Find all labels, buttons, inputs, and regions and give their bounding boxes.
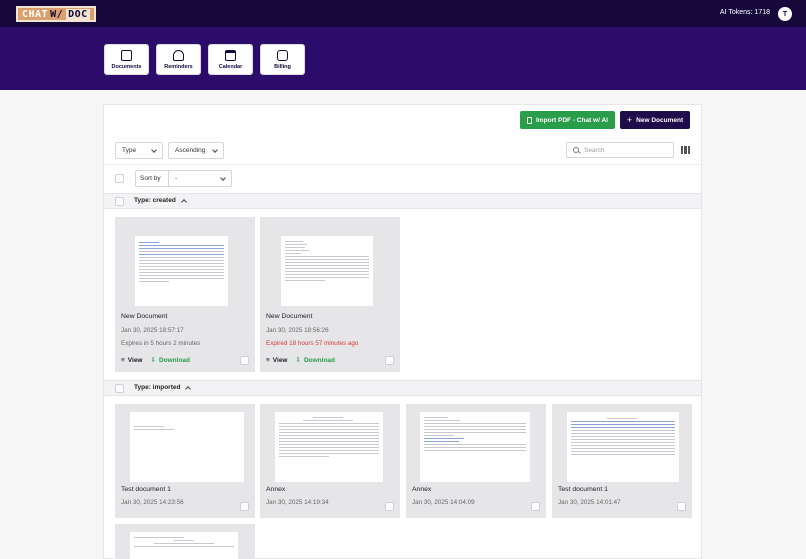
group-header-imported[interactable]	[104, 380, 701, 396]
document-title: Annex	[266, 486, 286, 493]
new-document-label: New Document	[636, 116, 684, 124]
logo-text-chat: CHAT	[22, 8, 49, 20]
card-checkbox[interactable]	[240, 502, 249, 511]
pdf-icon	[527, 116, 532, 124]
menu-lines-icon: ≡	[266, 356, 270, 364]
reminders-icon	[173, 49, 184, 61]
card-checkbox[interactable]	[385, 356, 394, 365]
document-thumbnail[interactable]	[275, 412, 383, 482]
sort-by-value: -	[175, 175, 178, 182]
document-thumbnail[interactable]	[567, 412, 679, 482]
type-filter-value: Type	[122, 147, 137, 154]
logo-text-doc: DOC	[66, 8, 90, 20]
nav-billing-label: Billing	[274, 63, 291, 70]
user-avatar[interactable]: T	[778, 7, 792, 21]
group-created-toggle[interactable]: Type: created	[134, 197, 187, 205]
group-created-label: Type: created	[134, 197, 176, 204]
search-icon	[573, 147, 579, 153]
card-checkbox[interactable]	[240, 356, 249, 365]
download-icon: ⇩	[295, 357, 301, 364]
group-created-checkbox[interactable]	[115, 197, 124, 206]
documents-icon	[121, 49, 132, 61]
view-button[interactable]: ≡ View	[266, 356, 288, 364]
nav-reminders-label: Reminders	[164, 63, 193, 70]
billing-icon	[277, 49, 288, 61]
top-bar	[0, 0, 806, 27]
nav-documents[interactable]: Documents	[104, 44, 149, 75]
nav-reminders[interactable]: Reminders	[156, 44, 201, 75]
download-label: Download	[303, 356, 336, 364]
import-pdf-label: Import PDF - Chat w/ AI	[536, 116, 608, 124]
document-date: Jan 30, 2025 14:23:56	[121, 499, 184, 506]
view-label: View	[272, 356, 288, 364]
order-select[interactable]: Ascending	[168, 142, 224, 159]
group-imported-label: Type: imported	[134, 384, 181, 391]
document-card[interactable]: Annex Jan 30, 2025 14:19:34	[260, 404, 400, 518]
card-checkbox[interactable]	[677, 502, 686, 511]
new-document-button[interactable]: + New Document	[620, 111, 690, 129]
toolbar-divider	[104, 164, 701, 165]
group-imported-checkbox[interactable]	[115, 384, 124, 393]
document-date: Jan 30, 2025 14:19:34	[266, 499, 329, 506]
nav-documents-label: Documents	[111, 63, 142, 70]
document-date: Jan 30, 2025 14:04:09	[412, 499, 475, 506]
type-filter-select[interactable]: Type	[115, 142, 163, 159]
order-value: Ascending	[175, 147, 206, 154]
download-button[interactable]: ⇩ Download	[150, 356, 191, 365]
chevron-down-icon	[212, 146, 218, 153]
chevron-up-icon	[185, 385, 192, 392]
download-button[interactable]: ⇩ Download	[295, 356, 336, 365]
search-input[interactable]	[584, 146, 664, 154]
card-checkbox[interactable]	[531, 502, 540, 511]
document-card[interactable]	[115, 524, 255, 559]
document-date: Jan 30, 2025 14:01:47	[558, 499, 621, 506]
chevron-down-icon	[151, 146, 157, 153]
document-thumbnail[interactable]	[281, 236, 373, 306]
document-date: Jan 30, 2025 18:56:26	[266, 327, 329, 334]
logo-wordmark: CHAT W/ DOC	[16, 6, 96, 22]
document-title: New Document	[266, 313, 313, 320]
group-imported-toggle[interactable]: Type: imported	[134, 384, 192, 392]
app-logo[interactable]: CHAT W/ DOC	[16, 6, 96, 22]
document-card[interactable]: Test document 1 Jan 30, 2025 14:23:56	[115, 404, 255, 518]
card-checkbox[interactable]	[385, 502, 394, 511]
document-card[interactable]: Annex Jan 30, 2025 14:04:09	[406, 404, 546, 518]
document-expiry: Expired 18 hours 57 minutes ago	[266, 340, 359, 347]
menu-lines-icon: ≡	[121, 356, 125, 364]
download-icon: ⇩	[150, 357, 156, 364]
logo-text-w: W/	[50, 8, 64, 20]
document-thumbnail[interactable]	[420, 412, 530, 482]
ai-tokens-counter: AI Tokens: 1718	[719, 9, 770, 16]
document-card[interactable]: New Document Jan 30, 2025 18:57:17 Expir…	[115, 217, 255, 372]
nav-billing[interactable]: Billing	[260, 44, 305, 75]
nav-calendar-label: Calendar	[218, 63, 243, 70]
view-label: View	[127, 356, 143, 364]
select-all-checkbox[interactable]	[115, 174, 124, 183]
document-thumbnail[interactable]	[130, 532, 238, 559]
document-expiry: Expires in 5 hours 2 minutes	[121, 340, 201, 347]
chevron-down-icon	[220, 174, 226, 181]
document-thumbnail[interactable]	[130, 412, 244, 482]
document-title: Test document 1	[558, 486, 608, 493]
document-title: New Document	[121, 313, 168, 320]
plus-icon: +	[626, 114, 633, 125]
group-header-created[interactable]	[104, 193, 701, 209]
nav-calendar[interactable]: Calendar	[208, 44, 253, 75]
import-pdf-button[interactable]: Import PDF - Chat w/ AI	[520, 111, 615, 129]
columns-view-icon[interactable]	[681, 146, 690, 154]
document-thumbnail[interactable]	[135, 236, 228, 306]
document-card[interactable]: New Document Jan 30, 2025 18:56:26 Expir…	[260, 217, 400, 372]
search-field[interactable]	[566, 142, 674, 158]
document-card[interactable]: Test document 1 Jan 30, 2025 14:01:47	[552, 404, 692, 518]
sort-by-select[interactable]: -	[168, 170, 232, 187]
sort-by-label: Sort by	[135, 170, 168, 187]
view-button[interactable]: ≡ View	[121, 356, 143, 364]
calendar-icon	[225, 49, 236, 61]
document-title: Annex	[412, 486, 432, 493]
chevron-up-icon	[180, 198, 187, 205]
download-label: Download	[158, 356, 191, 364]
document-date: Jan 30, 2025 18:57:17	[121, 327, 184, 334]
document-title: Test document 1	[121, 486, 171, 493]
